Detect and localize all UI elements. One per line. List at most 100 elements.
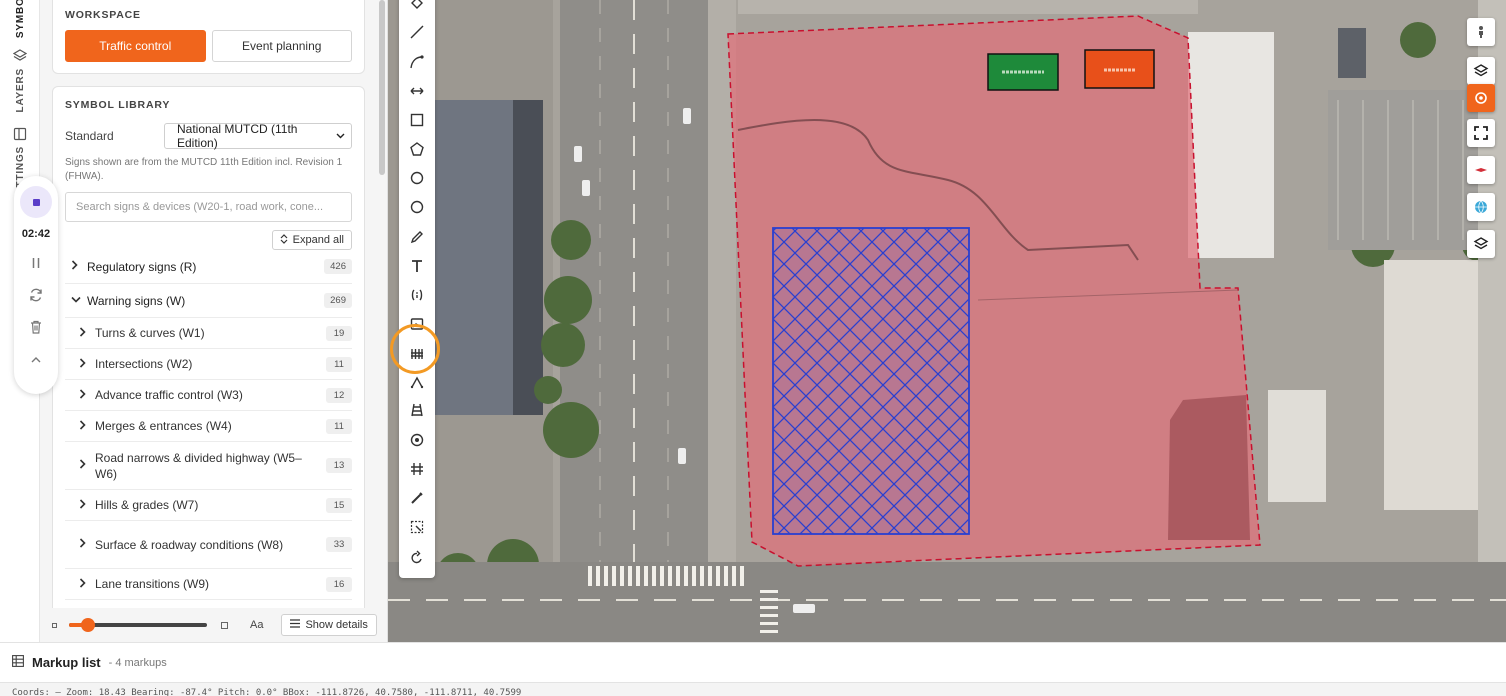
symbol-library-card: SYMBOL LIBRARY Standard National MUTCD (… [52,86,365,608]
target-tool[interactable] [405,428,429,452]
count-badge: 15 [326,497,352,513]
text-icon [412,260,422,272]
curve-tool[interactable] [405,50,429,74]
crossing-tool[interactable] [405,457,429,481]
status-bar: Coords: – Zoom: 18.43 Bearing: -87.4° Pi… [0,682,1506,696]
tree-subgroup-row[interactable]: Intersections (W2) 11 [65,349,352,380]
compass-icon [1475,168,1487,172]
workspace-title: WORKSPACE [65,9,141,21]
brush-icon [411,492,423,504]
show-details-button[interactable]: Show details [281,614,377,636]
table-icon [12,654,24,672]
marker-tool[interactable] [405,0,429,16]
layers-button[interactable] [1467,57,1495,85]
font-size-toggle[interactable]: Aa [250,619,263,631]
chevron-down-icon [336,129,345,143]
tree-group-row[interactable]: Regulatory signs (R) 426 [65,250,352,284]
chevron-right-icon [79,419,87,433]
tree-subgroup-row[interactable]: Road narrows & divided highway (W5–W6) 13 [65,442,352,490]
workspace-card: WORKSPACE Traffic control Event planning [52,0,365,74]
circle-tool[interactable] [405,166,429,190]
tree-subgroup-row[interactable]: Hills & grades (W7) 15 [65,490,352,521]
expand-icon [280,233,288,247]
tree-subgroup-row[interactable]: Lane transitions (W9) 16 [65,569,352,600]
panel-icon [12,126,28,142]
polygon-icon [410,142,424,156]
polygon-tool[interactable] [405,137,429,161]
fullscreen-button[interactable] [1467,119,1495,147]
ring-tool[interactable] [405,195,429,219]
chevron-down-icon [71,295,81,306]
expand-all-button[interactable]: Expand all [271,230,352,250]
tree-subgroup-row[interactable]: Grade crossings (W10)22 [65,600,352,608]
count-badge: 11 [326,356,352,372]
chevron-right-icon [79,459,87,472]
callout-tool[interactable] [405,283,429,307]
ring-icon [410,200,424,214]
standard-note: Signs shown are from the MUTCD 11th Edit… [65,157,343,182]
tree-subgroup-row[interactable]: Turns & curves (W1) 19 [65,318,352,349]
symbol-search-input[interactable]: Search signs & devices (W20-1, road work… [65,192,352,222]
tree-row-label: Intersections (W2) [95,357,193,371]
line-tool[interactable] [405,20,429,44]
pencil-icon [410,231,423,244]
compass-button[interactable] [1467,156,1495,184]
delete-recording-button[interactable] [27,318,45,336]
collapse-button[interactable] [27,350,45,368]
target-icon [410,433,424,447]
tree-subgroup-row[interactable]: Advance traffic control (W3) 12 [65,380,352,411]
count-badge: 33 [326,537,352,552]
traffic-control-button[interactable]: Traffic control [65,30,206,62]
panel-scrollbar[interactable] [379,0,385,175]
recording-timer: 02:42 [21,228,51,240]
ladder-icon [411,403,423,417]
aerial-imagery [388,0,1506,642]
layers-icon [12,48,28,64]
rotate-tool[interactable] [405,546,429,570]
globe-button[interactable] [1467,193,1495,221]
expand-all-label: Expand all [292,234,344,246]
text-tool[interactable] [405,254,429,278]
pause-icon [32,258,40,268]
measure-tool[interactable] [405,79,429,103]
tree-subgroup-row[interactable]: Merges & entrances (W4) 11 [65,411,352,442]
tree-group-row[interactable]: Warning signs (W) 269 [65,284,352,318]
tree-row-label: Merges & entrances (W4) [95,419,232,433]
count-badge: 12 [326,387,352,403]
orange-markup-label[interactable] [1084,49,1155,89]
layers-stack-icon [1473,237,1489,250]
marker-icon [411,0,423,9]
stop-recording-button[interactable] [20,186,52,218]
map-canvas[interactable] [388,0,1506,642]
brush-tool[interactable] [405,486,429,510]
panel-scroll-area[interactable]: WORKSPACE Traffic control Event planning… [40,0,377,608]
tree-subgroup-row[interactable]: Surface & roadway conditions (W8) 33 [65,521,352,569]
slider-thumb[interactable] [81,618,96,632]
rectangle-tool[interactable] [405,108,429,132]
panel-footer: Aa Show details [40,608,387,642]
layers-stack-button[interactable] [1467,230,1495,258]
tree-row-label: Hills & grades (W7) [95,498,199,512]
location-button[interactable] [1467,84,1495,112]
rectangle-icon [410,113,424,127]
pencil-tool[interactable] [405,225,429,249]
tree-row-label: Surface & roadway conditions (W8) [95,537,284,552]
list-icon [290,619,301,631]
callout-icon [411,289,423,301]
markup-list-bar[interactable]: Markup list - 4 markups [0,642,1506,682]
markup-count: - 4 markups [108,656,167,669]
tab-symbols[interactable]: SYMBOLS [0,0,40,38]
tree-row-label: Regulatory signs (R) [87,259,197,274]
pegman-button[interactable] [1467,18,1495,46]
pause-button[interactable] [27,254,45,272]
chevron-right-icon [79,538,87,551]
tab-layers[interactable]: LAYERS [0,48,40,112]
symbol-size-slider[interactable] [69,618,207,632]
event-planning-button[interactable]: Event planning [211,30,352,62]
selection-tool[interactable] [405,515,429,539]
chevron-right-icon [71,260,79,273]
standard-select[interactable]: National MUTCD (11th Edition) [164,122,352,150]
layers-icon [1473,64,1489,77]
ladder-tool[interactable] [405,398,429,422]
restart-button[interactable] [27,286,45,304]
